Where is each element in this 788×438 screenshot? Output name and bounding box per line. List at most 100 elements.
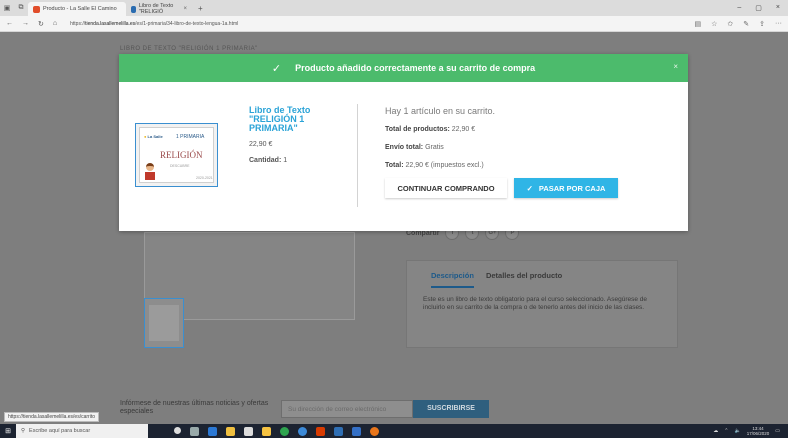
browser-tab-bar: ▣ ⧉ Producto - La Salle El Camino Libro … [0, 0, 788, 16]
window-controls: – ▢ × [737, 4, 788, 12]
total-products-value: 22,90 € [451, 126, 476, 133]
url-path: /es/1-primaria/34-libro-de-texto-lengua-… [135, 20, 239, 27]
cart-count-text: Hay 1 artículo en su carrito. [385, 106, 496, 116]
description-text: Este es un libro de texto obligatorio pa… [423, 296, 648, 311]
system-tray: ☁ ⌃ 🔈 13:44 17/06/2020 ▭ [713, 426, 788, 437]
url-prefix: https:// [70, 20, 86, 27]
cortana-icon[interactable] [174, 426, 181, 434]
continue-shopping-button[interactable]: CONTINUAR COMPRANDO [385, 178, 507, 198]
address-bar: ← → ↻ ⌂ https://tienda.lasallemelilla.es… [0, 16, 788, 32]
windows-start-icon[interactable]: ⊞ [0, 427, 16, 435]
url-field[interactable]: https://tienda.lasallemelilla.es/es/1-pr… [70, 21, 238, 27]
pen-icon[interactable]: ✎ [743, 20, 749, 28]
quantity-label: Cantidad: [249, 157, 282, 164]
notifications-icon[interactable]: ▭ [775, 428, 780, 434]
tab-label: Producto - La Salle El Camino [43, 6, 117, 12]
browser-icon[interactable] [298, 426, 307, 436]
task-view-icon[interactable] [190, 426, 199, 436]
book-cover: ● La Salle 1 PRIMARIA RELIGIÓN DESCUBRE … [139, 127, 214, 183]
share-icon[interactable]: ⇪ [759, 20, 765, 28]
word-icon[interactable] [352, 426, 361, 436]
reading-view-icon[interactable]: ▤ [694, 20, 701, 28]
total-label: Total: [385, 162, 404, 169]
total-products-line: Total de productos: 22,90 € [385, 126, 475, 133]
favicon-icon [131, 5, 136, 13]
weather-icon[interactable]: ☁ [713, 428, 718, 434]
favorite-star-icon[interactable]: ☆ [711, 20, 717, 28]
back-icon[interactable]: ← [6, 20, 13, 27]
maximize-icon[interactable]: ▢ [755, 4, 762, 12]
firefox-icon[interactable] [370, 426, 379, 436]
taskbar-search-placeholder: Escribe aquí para buscar [29, 428, 91, 434]
product-thumbnail[interactable] [144, 298, 184, 348]
total-products-label: Total de productos: [385, 126, 450, 133]
modal-header: ✓ Producto añadido correctamente a su ca… [119, 54, 688, 82]
browser-tab[interactable]: Libro de Texto "RELIGIÓ × [126, 2, 192, 16]
cover-logo: ● La Salle [144, 134, 163, 139]
product-tabs: Descripción Detalles del producto Este e… [406, 260, 678, 348]
search-icon: ⚲ [21, 428, 26, 434]
newsletter-email-input[interactable]: Su dirección de correo electrónico [281, 400, 413, 418]
favicon-icon [33, 5, 40, 13]
network-icon[interactable]: ⌃ [724, 428, 728, 434]
tab-actions-icon[interactable]: ⧉ [14, 4, 28, 12]
volume-icon[interactable]: 🔈 [735, 428, 741, 434]
home-icon[interactable]: ⌂ [53, 20, 57, 27]
status-bar-url: https://tienda.lasallemelilla.es/es/carr… [4, 412, 99, 422]
url-domain: tienda.lasallemelilla.es [85, 20, 136, 27]
cart-modal: ✓ Producto añadido correctamente a su ca… [119, 54, 688, 231]
checkout-button[interactable]: ✓ PASAR POR CAJA [514, 178, 618, 198]
quantity-value: 1 [283, 157, 288, 164]
product-name: Libro de Texto "RELIGIÓN 1 PRIMARIA" [249, 105, 311, 133]
modal-title: Producto añadido correctamente a su carr… [295, 63, 536, 73]
chrome-icon[interactable] [280, 426, 289, 436]
product-quantity: Cantidad: 1 [249, 157, 287, 164]
check-icon: ✓ [271, 62, 282, 75]
taskbar-search[interactable]: ⚲ Escribe aquí para buscar [16, 424, 148, 438]
cover-subject: RELIGIÓN [160, 150, 203, 160]
tab-label: Libro de Texto "RELIGIÓ [138, 3, 174, 15]
outlook-icon[interactable] [334, 426, 343, 436]
more-icon[interactable]: ··· [775, 20, 782, 28]
newsletter-text: Infórmese de nuestras últimas noticias y… [120, 400, 269, 415]
thumbnail-image [149, 305, 179, 341]
modal-divider [357, 104, 358, 207]
product-image: ● La Salle 1 PRIMARIA RELIGIÓN DESCUBRE … [135, 123, 218, 187]
checkout-label: PASAR POR CAJA [538, 183, 606, 193]
window-menu-icon[interactable]: ▣ [0, 4, 14, 12]
tab-details[interactable]: Detalles del producto [486, 271, 562, 288]
page-heading: LIBRO DE TEXTO "RELIGIÓN 1 PRIMARIA" [120, 46, 258, 52]
store-icon[interactable] [244, 426, 253, 436]
total-line: Total: 22,90 € (impuestos excl.) [385, 162, 484, 169]
check-icon: ✓ [526, 183, 533, 193]
shipping-label: Envío total: [385, 144, 424, 151]
close-icon[interactable]: × [673, 62, 678, 71]
tab-description[interactable]: Descripción [431, 271, 474, 288]
subscribe-button[interactable]: SUSCRIBIRSE [413, 400, 489, 418]
cover-grade: 1 PRIMARIA [176, 134, 205, 140]
favorites-icon[interactable]: ✩ [727, 20, 733, 28]
office-icon[interactable] [316, 426, 325, 436]
minimize-icon[interactable]: – [737, 4, 741, 12]
total-value: 22,90 € (impuestos excl.) [405, 162, 484, 169]
refresh-icon[interactable]: ↻ [38, 20, 44, 28]
child-illustration [145, 163, 155, 181]
taskbar-apps [174, 426, 379, 436]
clock[interactable]: 13:44 17/06/2020 [747, 426, 770, 437]
logo-mark: ● [144, 134, 147, 139]
file-explorer-icon[interactable] [226, 426, 235, 436]
browser-tab-active[interactable]: Producto - La Salle El Camino [28, 2, 126, 16]
close-tab-icon[interactable]: × [183, 6, 187, 12]
shipping-value: Gratis [425, 144, 444, 151]
cover-subtitle: DESCUBRE [170, 164, 190, 168]
forward-icon[interactable]: → [22, 20, 29, 27]
cover-year: 2020-2021 [196, 176, 213, 180]
windows-taskbar: ⊞ ⚲ Escribe aquí para buscar ☁ ⌃ 🔈 13:44… [0, 424, 788, 438]
close-window-icon[interactable]: × [776, 4, 780, 12]
shipping-line: Envío total: Gratis [385, 144, 444, 151]
product-price: 22,90 € [249, 141, 273, 148]
new-tab-button[interactable]: + [198, 4, 203, 13]
app-icon[interactable] [262, 426, 271, 436]
edge-icon[interactable] [208, 426, 217, 436]
cover-logo-text: La Salle [147, 134, 163, 139]
